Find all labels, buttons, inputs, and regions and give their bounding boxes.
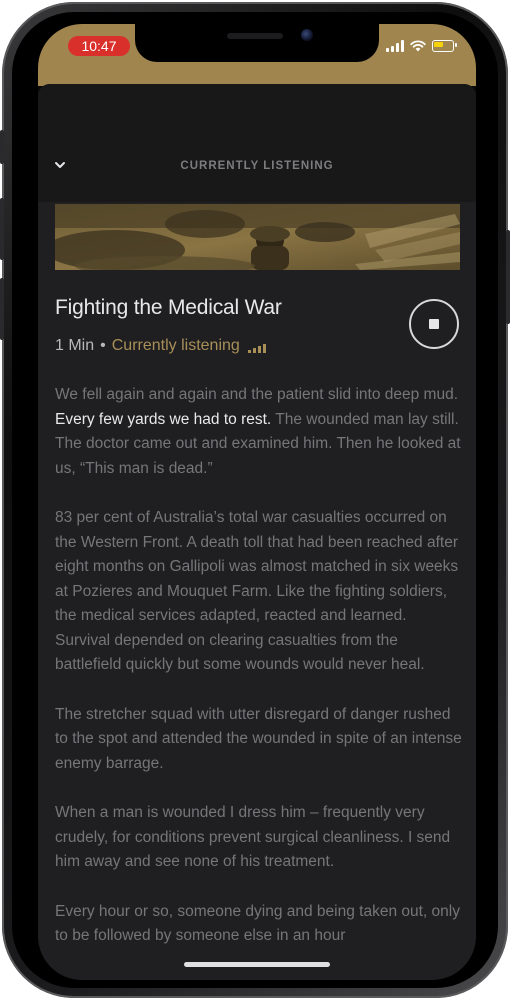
notch	[135, 24, 379, 62]
transcript-paragraph: The stretcher squad with utter disregard…	[55, 705, 462, 772]
story-duration: 1 Min	[55, 337, 95, 354]
transcript: We fell again and again and the patient …	[55, 383, 465, 974]
player-sheet: CURRENTLY LISTENING Fighting the Medical…	[38, 84, 476, 980]
current-sentence: Every few yards we had to rest.	[55, 410, 272, 428]
transcript-text: We fell again and again and the patient …	[55, 386, 458, 403]
meta-separator: •	[100, 337, 106, 354]
transcript-paragraph: When a man is wounded I dress him – freq…	[55, 804, 451, 870]
story-cover-image	[55, 204, 460, 270]
home-indicator[interactable]	[184, 962, 330, 967]
phone-frame: 10:47 CURRENTLY LISTENING Fighting the M…	[0, 2, 510, 998]
status-time: 10:47	[68, 36, 130, 56]
story-title: Fighting the Medical War	[55, 296, 282, 319]
earpiece-speaker	[227, 33, 283, 39]
mute-switch	[0, 130, 4, 164]
stop-button[interactable]	[409, 299, 459, 349]
status-icons	[386, 38, 457, 54]
stop-icon	[429, 319, 439, 329]
header-title: CURRENTLY LISTENING	[180, 160, 334, 172]
equalizer-icon	[247, 343, 266, 353]
cellular-signal-icon	[386, 40, 404, 52]
screen: 10:47 CURRENTLY LISTENING Fighting the M…	[38, 24, 476, 980]
transcript-paragraph: We fell again and again and the patient …	[55, 383, 465, 481]
story-meta: 1 Min • Currently listening	[55, 337, 266, 355]
power-button	[506, 230, 510, 324]
battery-icon	[432, 40, 457, 52]
volume-down-button	[0, 278, 4, 340]
battery-level	[434, 42, 443, 47]
sheet-header: CURRENTLY LISTENING	[38, 84, 476, 202]
front-camera	[301, 29, 313, 41]
volume-up-button	[0, 198, 4, 260]
wifi-icon	[410, 40, 426, 52]
listening-status: Currently listening	[111, 337, 240, 354]
transcript-paragraph: 83 per cent of Australia’s total war cas…	[55, 509, 459, 673]
status-bar: 10:47	[38, 24, 476, 86]
transcript-paragraph: Every hour or so, someone dying and bein…	[55, 902, 460, 945]
